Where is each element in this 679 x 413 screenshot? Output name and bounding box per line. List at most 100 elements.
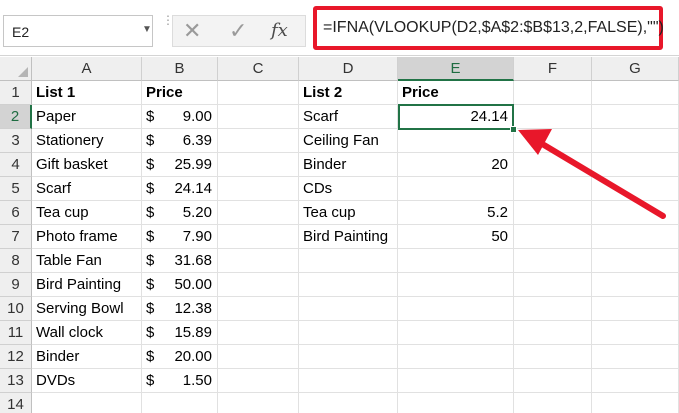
cell-b11[interactable]: $15.89 <box>142 321 218 345</box>
cell-e3[interactable] <box>398 129 514 153</box>
cell-g12[interactable] <box>592 345 679 369</box>
cell-f9[interactable] <box>514 273 592 297</box>
select-all-button[interactable] <box>0 57 32 81</box>
cell-a11[interactable]: Wall clock <box>32 321 142 345</box>
cell-b12[interactable]: $20.00 <box>142 345 218 369</box>
cell-e2[interactable]: 24.14 <box>398 105 514 129</box>
cell-d14[interactable] <box>299 393 398 413</box>
cell-c3[interactable] <box>218 129 299 153</box>
insert-function-icon[interactable]: fx <box>271 20 288 41</box>
cell-g3[interactable] <box>592 129 679 153</box>
cell-b7[interactable]: $7.90 <box>142 225 218 249</box>
cell-d9[interactable] <box>299 273 398 297</box>
cell-g14[interactable] <box>592 393 679 413</box>
row-header-11[interactable]: 11 <box>0 321 32 345</box>
column-header-g[interactable]: G <box>592 57 679 81</box>
cell-d3[interactable]: Ceiling Fan <box>299 129 398 153</box>
cell-e5[interactable] <box>398 177 514 201</box>
cell-d10[interactable] <box>299 297 398 321</box>
chevron-down-icon[interactable]: ▼ <box>142 24 152 35</box>
row-header-3[interactable]: 3 <box>0 129 32 153</box>
cell-b9[interactable]: $50.00 <box>142 273 218 297</box>
row-header-9[interactable]: 9 <box>0 273 32 297</box>
cell-e11[interactable] <box>398 321 514 345</box>
row-header-6[interactable]: 6 <box>0 201 32 225</box>
cell-f2[interactable] <box>514 105 592 129</box>
row-header-7[interactable]: 7 <box>0 225 32 249</box>
cell-d5[interactable]: CDs <box>299 177 398 201</box>
cell-a2[interactable]: Paper <box>32 105 142 129</box>
cell-a3[interactable]: Stationery <box>32 129 142 153</box>
cell-g11[interactable] <box>592 321 679 345</box>
cell-c1[interactable] <box>218 81 299 105</box>
cell-f8[interactable] <box>514 249 592 273</box>
cell-e12[interactable] <box>398 345 514 369</box>
cell-f10[interactable] <box>514 297 592 321</box>
column-header-e[interactable]: E <box>398 57 514 81</box>
cell-d8[interactable] <box>299 249 398 273</box>
cell-c9[interactable] <box>218 273 299 297</box>
cell-e14[interactable] <box>398 393 514 413</box>
cell-e8[interactable] <box>398 249 514 273</box>
cell-e6[interactable]: 5.2 <box>398 201 514 225</box>
cell-a10[interactable]: Serving Bowl <box>32 297 142 321</box>
cell-g1[interactable] <box>592 81 679 105</box>
cell-f11[interactable] <box>514 321 592 345</box>
fill-handle[interactable] <box>510 126 517 133</box>
cell-c8[interactable] <box>218 249 299 273</box>
cell-g4[interactable] <box>592 153 679 177</box>
cell-c4[interactable] <box>218 153 299 177</box>
row-header-8[interactable]: 8 <box>0 249 32 273</box>
cell-f13[interactable] <box>514 369 592 393</box>
cell-f5[interactable] <box>514 177 592 201</box>
cell-d6[interactable]: Tea cup <box>299 201 398 225</box>
cell-c13[interactable] <box>218 369 299 393</box>
cell-c2[interactable] <box>218 105 299 129</box>
cell-b6[interactable]: $5.20 <box>142 201 218 225</box>
cell-f12[interactable] <box>514 345 592 369</box>
cell-c6[interactable] <box>218 201 299 225</box>
row-header-4[interactable]: 4 <box>0 153 32 177</box>
cell-g6[interactable] <box>592 201 679 225</box>
cell-b14[interactable] <box>142 393 218 413</box>
row-header-13[interactable]: 13 <box>0 369 32 393</box>
column-header-a[interactable]: A <box>32 57 142 81</box>
row-header-1[interactable]: 1 <box>0 81 32 105</box>
cell-c5[interactable] <box>218 177 299 201</box>
name-box[interactable]: E2 ▼ <box>3 15 153 47</box>
cell-b2[interactable]: $9.00 <box>142 105 218 129</box>
cell-a9[interactable]: Bird Painting <box>32 273 142 297</box>
cell-c11[interactable] <box>218 321 299 345</box>
cell-c10[interactable] <box>218 297 299 321</box>
cancel-icon[interactable]: ✕ <box>183 18 201 44</box>
cell-d12[interactable] <box>299 345 398 369</box>
cell-g10[interactable] <box>592 297 679 321</box>
cell-d4[interactable]: Binder <box>299 153 398 177</box>
column-header-c[interactable]: C <box>218 57 299 81</box>
cell-b8[interactable]: $31.68 <box>142 249 218 273</box>
cell-f4[interactable] <box>514 153 592 177</box>
cell-f7[interactable] <box>514 225 592 249</box>
row-header-2[interactable]: 2 <box>0 105 32 129</box>
cell-a8[interactable]: Table Fan <box>32 249 142 273</box>
cell-e1[interactable]: Price <box>398 81 514 105</box>
cell-e10[interactable] <box>398 297 514 321</box>
cell-f14[interactable] <box>514 393 592 413</box>
row-header-10[interactable]: 10 <box>0 297 32 321</box>
cell-d1[interactable]: List 2 <box>299 81 398 105</box>
column-header-f[interactable]: F <box>514 57 592 81</box>
cell-c14[interactable] <box>218 393 299 413</box>
check-icon[interactable]: ✓ <box>229 18 247 44</box>
column-header-b[interactable]: B <box>142 57 218 81</box>
cell-d13[interactable] <box>299 369 398 393</box>
cell-a5[interactable]: Scarf <box>32 177 142 201</box>
cell-b10[interactable]: $12.38 <box>142 297 218 321</box>
cell-c12[interactable] <box>218 345 299 369</box>
row-header-5[interactable]: 5 <box>0 177 32 201</box>
cell-a6[interactable]: Tea cup <box>32 201 142 225</box>
row-header-14[interactable]: 14 <box>0 393 32 413</box>
cell-f1[interactable] <box>514 81 592 105</box>
cell-d2[interactable]: Scarf <box>299 105 398 129</box>
row-header-12[interactable]: 12 <box>0 345 32 369</box>
cell-e9[interactable] <box>398 273 514 297</box>
